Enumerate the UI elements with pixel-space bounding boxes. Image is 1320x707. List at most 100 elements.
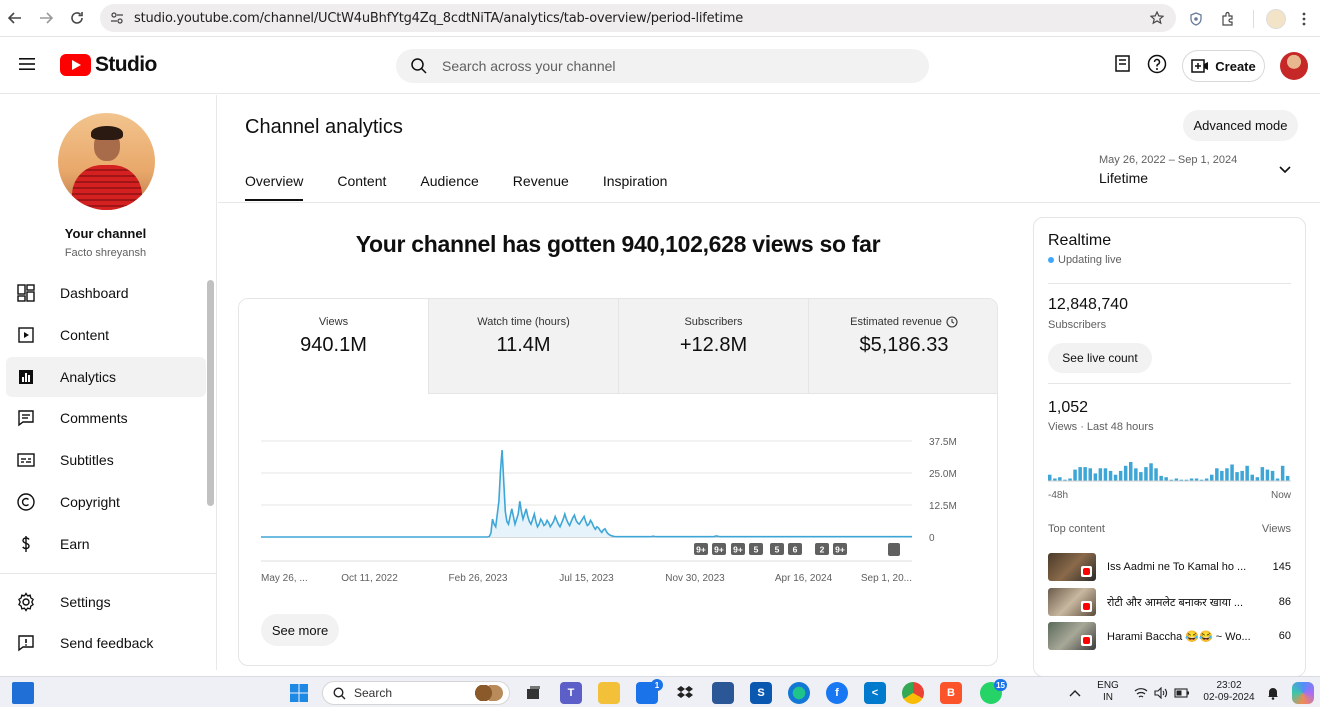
taskbar-search[interactable]: Search xyxy=(322,681,510,705)
realtime-bar xyxy=(1154,468,1158,481)
site-info-icon[interactable] xyxy=(110,11,124,25)
brave-icon[interactable]: B xyxy=(940,682,962,704)
see-more-button[interactable]: See more xyxy=(261,614,339,646)
realtime-bar xyxy=(1139,472,1143,481)
metric-revenue[interactable]: Estimated revenue $5,186.33 xyxy=(809,299,997,394)
sidebar-item-subtitles[interactable]: Subtitles xyxy=(6,440,206,480)
volume-icon[interactable] xyxy=(1150,682,1172,704)
app-s-icon[interactable]: S xyxy=(750,682,772,704)
whatsapp-icon[interactable]: 15 xyxy=(980,679,1007,704)
realtime-bar xyxy=(1129,462,1133,481)
hamburger-menu-icon[interactable] xyxy=(17,56,37,72)
wifi-icon[interactable] xyxy=(1130,682,1152,704)
menu-kebab-icon[interactable] xyxy=(1294,12,1314,26)
back-icon[interactable] xyxy=(0,3,30,33)
advanced-mode-button[interactable]: Advanced mode xyxy=(1183,110,1298,141)
reload-icon[interactable] xyxy=(62,3,92,33)
studio-logo[interactable]: Studio xyxy=(60,53,157,77)
metric-label: Watch time (hours) xyxy=(477,316,570,328)
forward-icon[interactable] xyxy=(31,3,61,33)
realtime-bar xyxy=(1280,465,1285,481)
video-title[interactable]: रोटी और आमलेट बनाकर खाया ... xyxy=(1107,595,1257,610)
search-icon[interactable] xyxy=(410,57,428,75)
sidebar-item-send-feedback[interactable]: Send feedback xyxy=(6,623,206,663)
tab-overview[interactable]: Overview xyxy=(245,173,304,201)
sidebar-scrollbar[interactable] xyxy=(207,280,214,506)
file-explorer-icon[interactable] xyxy=(598,682,620,704)
top-content-row[interactable]: Harami Baccha 😂😂 ~ Wo... 60 xyxy=(1048,622,1291,650)
start-icon[interactable] xyxy=(288,682,310,704)
date-period-label[interactable]: Lifetime xyxy=(1099,170,1148,186)
extensions-icon[interactable] xyxy=(1215,11,1241,26)
chevron-down-icon[interactable] xyxy=(1278,165,1292,175)
feedback-report-icon[interactable] xyxy=(1114,54,1132,74)
bookmark-star-icon[interactable] xyxy=(1150,11,1164,25)
clock[interactable]: 23:02 02-09-2024 xyxy=(1200,680,1258,704)
sidebar-item-analytics[interactable]: Analytics xyxy=(6,357,206,397)
battery-icon[interactable] xyxy=(1171,682,1193,704)
live-dot-icon xyxy=(1048,257,1054,263)
views-chart[interactable]: 37.5M 25.0M 12.5M 0 May 26, ... Oct 11, 2022 F… xyxy=(239,394,998,594)
metric-value: +12.8M xyxy=(679,334,748,356)
realtime-status-text: Updating live xyxy=(1058,254,1122,266)
vscode-icon[interactable]: < xyxy=(864,682,886,704)
top-content-row[interactable]: Iss Aadmi ne To Kamal ho ... 145 xyxy=(1048,553,1291,581)
sidebar-item-earn[interactable]: Earn xyxy=(6,524,206,564)
chevron-up-icon[interactable] xyxy=(1064,682,1086,704)
copilot-icon[interactable] xyxy=(1292,682,1314,704)
realtime-bar xyxy=(1265,469,1270,481)
search-bar[interactable]: Search across your channel xyxy=(396,49,929,83)
facebook-icon[interactable]: f xyxy=(826,682,848,704)
sidebar-item-content[interactable]: Content xyxy=(6,315,206,355)
sidebar-item-dashboard[interactable]: Dashboard xyxy=(6,273,206,313)
date-range-text[interactable]: May 26, 2022 – Sep 1, 2024 xyxy=(1099,154,1237,166)
realtime-bar-chart[interactable] xyxy=(1048,450,1291,482)
metric-watch-time[interactable]: Watch time (hours) 11.4M xyxy=(429,299,619,394)
x-tick-label: May 26, ... xyxy=(261,573,308,584)
video-thumbnail[interactable] xyxy=(1048,588,1096,616)
task-view-icon[interactable] xyxy=(522,682,544,704)
help-icon[interactable] xyxy=(1147,54,1167,74)
tab-inspiration[interactable]: Inspiration xyxy=(603,173,668,201)
metric-value: 11.4M xyxy=(496,334,551,356)
metric-subscribers[interactable]: Subscribers +12.8M xyxy=(619,299,809,394)
youtube-logo-icon xyxy=(60,54,91,76)
edge-icon[interactable] xyxy=(788,682,810,704)
video-thumbnail[interactable] xyxy=(1048,622,1096,650)
video-marker-label: 2 xyxy=(820,545,825,555)
clock-icon[interactable] xyxy=(946,316,958,328)
video-title[interactable]: Iss Aadmi ne To Kamal ho ... xyxy=(1107,561,1257,573)
video-title[interactable]: Harami Baccha 😂😂 ~ Wo... xyxy=(1107,630,1257,643)
channel-avatar[interactable] xyxy=(58,113,155,210)
address-bar[interactable]: studio.youtube.com/channel/UCtW4uBhfYtg4… xyxy=(100,4,1176,32)
mail-icon[interactable]: 1 xyxy=(636,679,663,704)
realtime-card: Realtime Updating live 12,848,740 Subscr… xyxy=(1033,217,1306,677)
shield-icon[interactable] xyxy=(1185,11,1207,26)
notification-bell-icon[interactable] xyxy=(1262,682,1284,704)
realtime-bar xyxy=(1220,470,1224,481)
sidebar-item-settings[interactable]: Settings xyxy=(6,582,206,622)
tab-revenue[interactable]: Revenue xyxy=(513,173,569,201)
profile-avatar-icon[interactable] xyxy=(1266,8,1286,29)
metric-views[interactable]: Views 940.1M xyxy=(239,299,429,394)
realtime-bar xyxy=(1164,477,1168,481)
widgets-icon[interactable] xyxy=(12,682,34,704)
sidebar-item-copyright[interactable]: Copyright xyxy=(6,482,206,522)
search-input[interactable]: Search across your channel xyxy=(442,58,616,74)
create-button[interactable]: Create xyxy=(1182,50,1265,82)
clock-date: 02-09-2024 xyxy=(1203,692,1255,703)
teams-icon[interactable]: T xyxy=(560,682,582,704)
chrome-icon[interactable] xyxy=(902,682,924,704)
see-live-count-button[interactable]: See live count xyxy=(1048,343,1152,373)
shorts-marker-icon xyxy=(888,543,900,556)
tab-audience[interactable]: Audience xyxy=(420,173,478,201)
dropbox-icon[interactable] xyxy=(674,682,696,704)
account-avatar[interactable] xyxy=(1280,52,1308,80)
sidebar-item-comments[interactable]: Comments xyxy=(6,398,206,438)
top-content-row[interactable]: रोटी और आमलेट बनाकर खाया ... 86 xyxy=(1048,588,1291,616)
language-indicator[interactable]: ENG IN xyxy=(1097,680,1119,704)
metric-label: Views xyxy=(318,316,349,328)
tab-content[interactable]: Content xyxy=(337,173,386,201)
video-thumbnail[interactable] xyxy=(1048,553,1096,581)
store-icon[interactable] xyxy=(712,682,734,704)
